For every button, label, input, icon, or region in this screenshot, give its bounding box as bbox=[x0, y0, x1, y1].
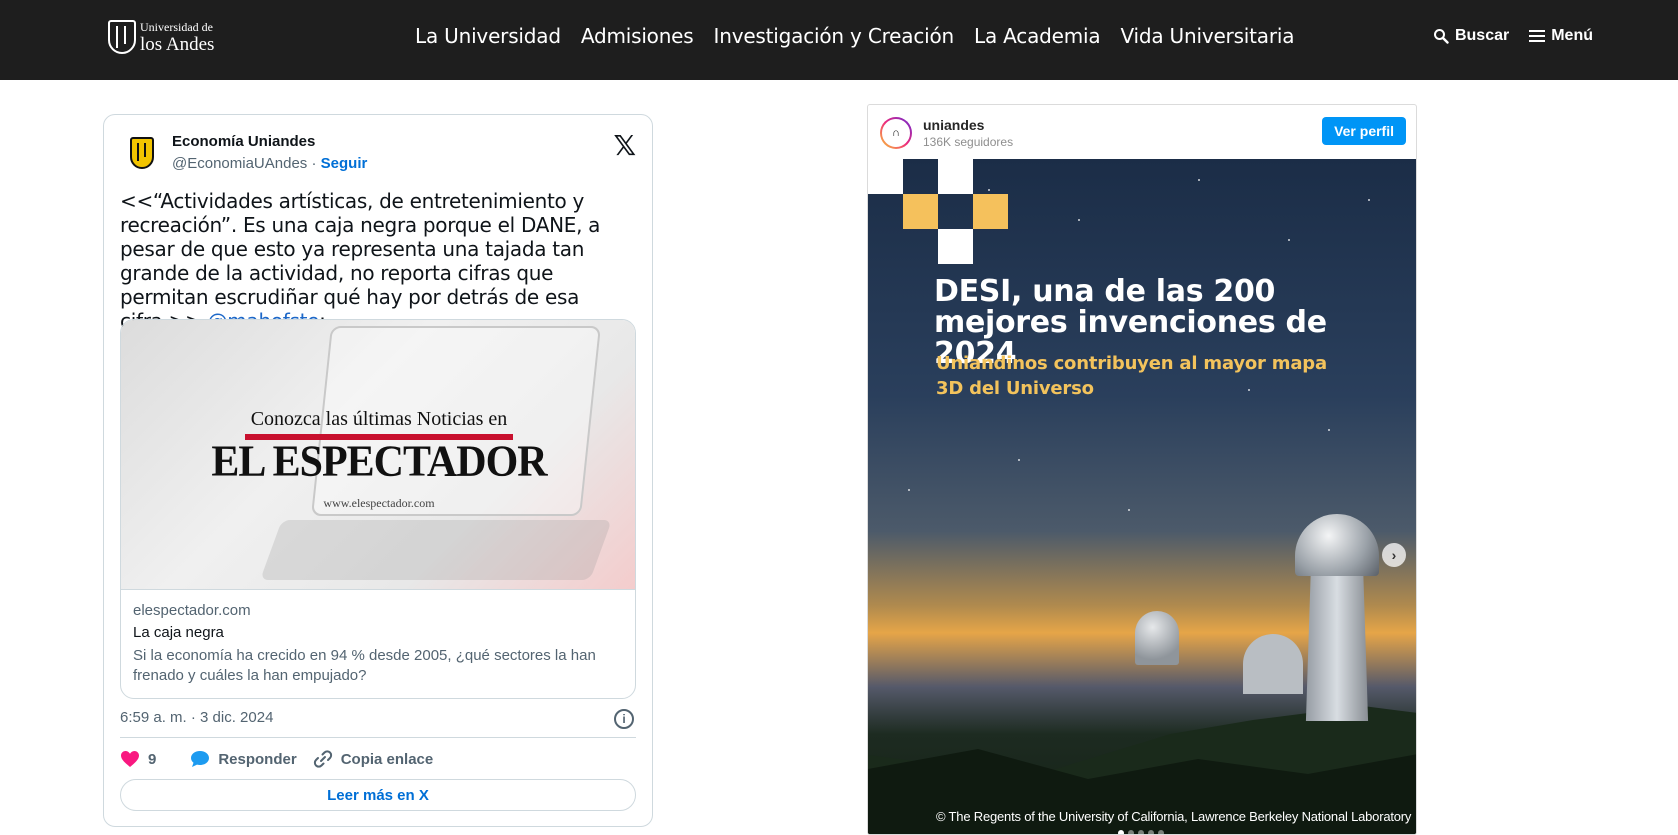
university-logo[interactable]: Universidad de los Andes bbox=[108, 20, 214, 54]
brand-square-white bbox=[938, 229, 973, 264]
brand-square-gold bbox=[903, 194, 938, 229]
tweet-text: <<“Actividades artísticas, de entretenim… bbox=[120, 189, 635, 333]
observatory-tower bbox=[1305, 561, 1369, 721]
uniandes-shield-icon bbox=[130, 137, 154, 169]
star bbox=[1288, 239, 1290, 241]
tweet-timestamp[interactable]: 6:59 a. m. · 3 dic. 2024 bbox=[120, 709, 273, 726]
reply-bubble-icon bbox=[191, 751, 210, 767]
post-subheadline: Uniandinos contribuyen al mayor mapa 3D … bbox=[936, 353, 1327, 399]
main-navigation: La Universidad Admisiones Investigación … bbox=[415, 24, 1294, 48]
nav-admisiones[interactable]: Admisiones bbox=[581, 24, 694, 48]
promo-brand: EL ESPECTADOR bbox=[211, 437, 547, 487]
card-domain: elespectador.com bbox=[133, 602, 251, 619]
reply-button[interactable]: Responder bbox=[190, 750, 297, 768]
card-description: Si la economía ha crecido en 94 % desde … bbox=[133, 647, 596, 684]
tweet-actions: 9 Responder Copia enlace bbox=[120, 749, 433, 769]
site-header: Universidad de los Andes La Universidad … bbox=[0, 0, 1678, 80]
instagram-embed: ∩ uniandes 136K seguidores Ver perfil DE… bbox=[867, 104, 1417, 835]
link-preview-card[interactable]: Conozca las últimas Noticias en EL ESPEC… bbox=[120, 319, 636, 699]
nav-investigacion-creacion[interactable]: Investigación y Creación bbox=[714, 24, 955, 48]
link-icon bbox=[313, 750, 332, 768]
promo-tagline: Conozca las últimas Noticias en bbox=[250, 408, 508, 430]
nav-la-academia[interactable]: La Academia bbox=[974, 24, 1101, 48]
logo-line-1: Universidad de bbox=[140, 19, 213, 34]
handle-separator: · bbox=[307, 155, 321, 172]
author-avatar[interactable] bbox=[122, 133, 162, 173]
keyboard-graphic bbox=[260, 520, 612, 580]
like-count: 9 bbox=[148, 750, 157, 768]
author-name[interactable]: Economía Uniandes bbox=[172, 133, 315, 150]
brand-square-white bbox=[868, 159, 903, 194]
search-button[interactable]: Buscar bbox=[1433, 27, 1509, 45]
observatory-dome bbox=[1295, 514, 1379, 576]
menu-label: Menú bbox=[1551, 27, 1593, 44]
star bbox=[908, 489, 910, 491]
carousel-dots bbox=[1118, 830, 1164, 834]
search-icon bbox=[1433, 29, 1449, 44]
brand-square-white bbox=[938, 159, 973, 194]
like-button[interactable]: 9 bbox=[120, 750, 156, 768]
carousel-dot[interactable] bbox=[1138, 830, 1144, 834]
author-handle-row: @EconomiaUAndes · Seguir bbox=[172, 155, 367, 172]
reply-label: Responder bbox=[218, 750, 297, 768]
heart-icon bbox=[121, 751, 139, 767]
promo-url: www.elespectador.com bbox=[323, 496, 435, 510]
copy-link-button[interactable]: Copia enlace bbox=[313, 749, 434, 769]
star bbox=[988, 189, 990, 191]
star bbox=[1128, 509, 1130, 511]
tweet-body: <<“Actividades artísticas, de entretenim… bbox=[120, 189, 601, 333]
star bbox=[1078, 219, 1080, 221]
instagram-avatar[interactable]: ∩ bbox=[880, 117, 912, 149]
link-preview-image: Conozca las últimas Noticias en EL ESPEC… bbox=[121, 320, 635, 590]
star bbox=[1328, 429, 1330, 431]
small-observatory-dome bbox=[1135, 611, 1179, 665]
star bbox=[1198, 179, 1200, 181]
copy-link-label: Copia enlace bbox=[340, 750, 434, 768]
star bbox=[1018, 459, 1020, 461]
hamburger-icon bbox=[1529, 30, 1546, 42]
carousel-dot[interactable] bbox=[1158, 830, 1164, 834]
x-logo-icon[interactable]: 𝕏 bbox=[613, 129, 636, 162]
instagram-username[interactable]: uniandes bbox=[923, 117, 984, 133]
menu-button[interactable]: Menú bbox=[1529, 27, 1593, 45]
logo-line-2: los Andes bbox=[140, 33, 215, 55]
card-title: La caja negra bbox=[133, 624, 224, 641]
nav-la-universidad[interactable]: La Universidad bbox=[415, 24, 561, 48]
info-icon[interactable]: i bbox=[614, 709, 634, 729]
carousel-dot[interactable] bbox=[1128, 830, 1134, 834]
brand-square-gold bbox=[973, 194, 1008, 229]
carousel-dot-active[interactable] bbox=[1118, 830, 1124, 834]
image-credit: © The Regents of the University of Calif… bbox=[936, 809, 1412, 824]
instagram-followers: 136K seguidores bbox=[923, 135, 1014, 149]
star bbox=[1368, 199, 1370, 201]
observatory-building bbox=[1243, 634, 1303, 694]
author-handle[interactable]: @EconomiaUAndes bbox=[172, 155, 307, 172]
header-tools: Buscar Menú bbox=[1433, 27, 1593, 45]
nav-vida-universitaria[interactable]: Vida Universitaria bbox=[1120, 24, 1294, 48]
follow-button[interactable]: Seguir bbox=[321, 155, 368, 172]
carousel-dot[interactable] bbox=[1148, 830, 1154, 834]
uniandes-logo-icon: ∩ bbox=[882, 119, 910, 147]
next-slide-chevron-icon[interactable]: › bbox=[1382, 543, 1406, 567]
divider bbox=[120, 737, 636, 738]
instagram-post-image[interactable]: DESI, una de las 200 mejores invenciones… bbox=[868, 159, 1416, 834]
read-more-on-x-button[interactable]: Leer más en X bbox=[120, 779, 636, 811]
tweet-embed: Economía Uniandes @EconomiaUAndes · Segu… bbox=[103, 114, 653, 827]
search-label: Buscar bbox=[1454, 27, 1510, 44]
view-profile-button[interactable]: Ver perfil bbox=[1322, 117, 1406, 145]
shield-logo-icon bbox=[108, 20, 136, 54]
